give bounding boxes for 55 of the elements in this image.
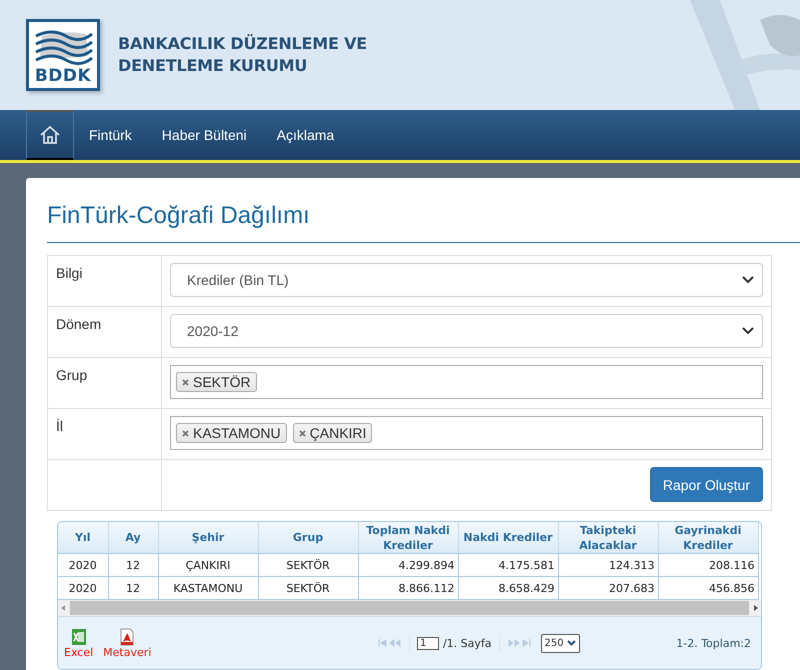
nav-link[interactable]: Haber Bülteni [146,110,262,160]
page-number-field[interactable]: 1 [416,636,439,650]
chevron-down-icon [566,640,576,646]
horizontal-scrollbar[interactable] [58,600,761,616]
selected-tag[interactable]: KASTAMONU [176,423,287,443]
organization-name: BANKACILIK DÜZENLEME VE [118,33,368,55]
column-header[interactable]: Grup [258,522,358,554]
column-header[interactable]: Ay [108,522,158,554]
table-cell: ÇANKIRI [158,554,258,576]
chevron-down-icon [742,276,754,284]
column-header[interactable]: Şehir [158,522,258,554]
nav-link[interactable]: Fintürk [74,110,147,160]
export-link[interactable]: Metaveri [103,628,152,658]
field-label: Dönem [48,307,162,357]
record-summary: 1-2. Toplam:2 [676,636,751,650]
create-report-button[interactable]: Rapor Oluştur [650,467,763,502]
table-cell: 12 [108,554,158,576]
dropdown[interactable]: Krediler (Bin TL) [170,263,763,297]
tag-input-field[interactable]: SEKTÖR [170,365,763,399]
column-header[interactable]: Gayrinakdi Krediler [658,522,758,554]
tag-label: KASTAMONU [193,425,281,441]
table-cell: 4.299.894 [358,554,458,576]
logo: BDDK [26,19,100,91]
page-count: /1. Sayfa [442,636,492,650]
nav-link[interactable]: Açıklama [262,110,350,160]
table-cell: 208.116 [658,554,758,576]
field-label: İl [48,409,162,459]
tag-label: ÇANKIRI [310,425,366,441]
tag-input-field[interactable]: KASTAMONU ÇANKIRI [170,416,763,450]
table-cell: SEKTÖR [258,554,358,576]
table-cell: 4.175.581 [458,554,558,576]
spreadsheet-icon [70,628,87,646]
chevron-down-icon [742,327,754,335]
column-header[interactable]: Nakdi Krediler [458,522,558,554]
page-size-dropdown[interactable]: 250 [540,634,580,652]
table-cell: 124.313 [558,554,658,576]
remove-icon[interactable] [182,378,189,386]
column-header[interactable]: Toplam Nakdi Krediler [358,522,458,554]
selected-tag[interactable]: ÇANKIRI [292,423,372,443]
pdf-icon [119,628,136,646]
dropdown[interactable]: 2020-12 [170,314,763,348]
column-header[interactable]: Yıl [58,522,108,554]
home-button[interactable] [26,110,74,160]
column-header[interactable]: Takipteki Alacaklar [558,522,658,554]
selected-tag[interactable]: SEKTÖR [176,372,257,392]
field-label: Bilgi [48,256,162,306]
remove-icon[interactable] [182,430,189,436]
page-title: FinTürk-Coğrafi Dağılımı [47,200,800,243]
export-link[interactable]: Excel [64,628,94,658]
organization-name: DENETLEME KURUMU [118,55,308,77]
home-icon [39,125,61,145]
remove-icon[interactable] [298,430,306,436]
tag-label: SEKTÖR [193,374,251,390]
table-cell: 2020 [58,554,108,576]
field-label: Grup [48,358,162,408]
